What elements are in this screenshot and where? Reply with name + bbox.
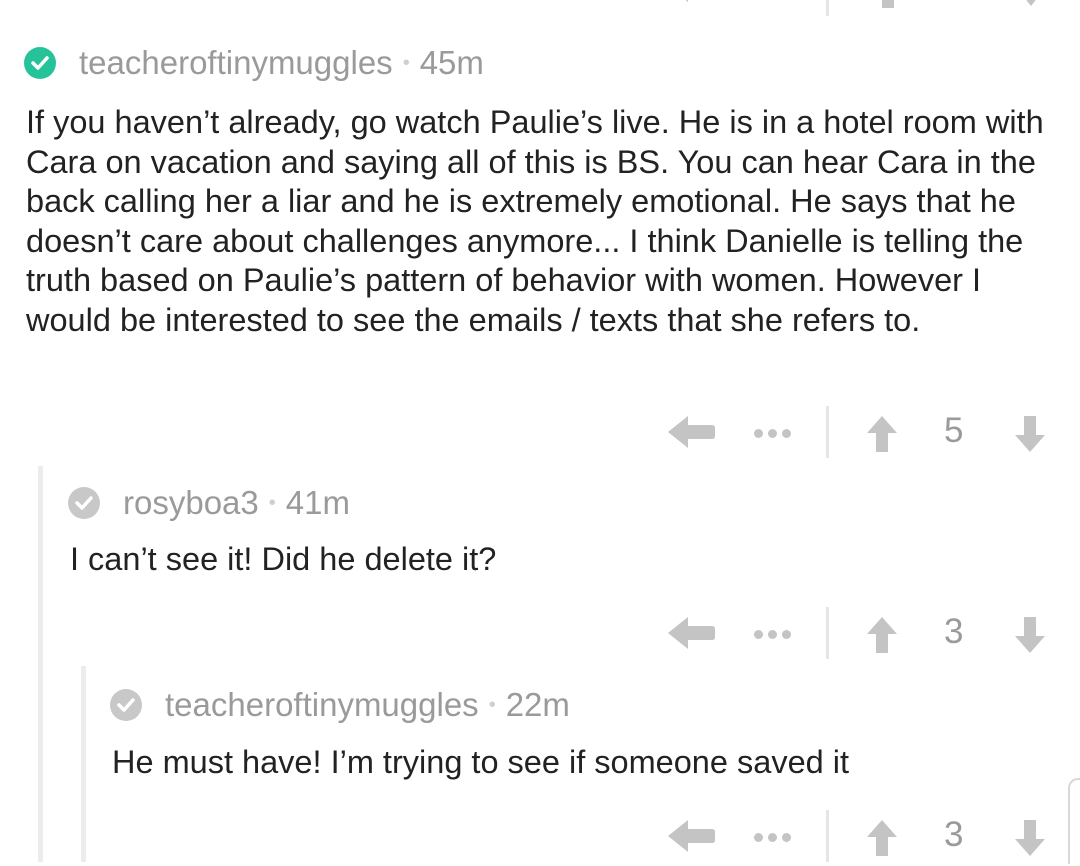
downvote-arrow-icon[interactable] xyxy=(1015,416,1045,452)
upvote-arrow-icon[interactable] xyxy=(867,416,897,452)
checkmark-icon xyxy=(31,56,49,70)
more-dots-icon[interactable] xyxy=(754,833,791,842)
vote-score: 5 xyxy=(944,411,964,450)
comment-timestamp: 41m xyxy=(285,484,350,521)
comment-username[interactable]: teacheroftinymuggles xyxy=(165,686,479,724)
comment-header: teacheroftinymuggles • 22m xyxy=(110,686,570,724)
action-divider xyxy=(826,607,829,659)
vote-score: 3 xyxy=(944,815,964,854)
comment-body: He must have! I’m trying to see if someo… xyxy=(112,744,849,780)
checkmark-icon xyxy=(117,698,135,712)
verified-badge xyxy=(24,47,56,79)
scrollbar[interactable] xyxy=(1068,778,1080,864)
upvote-arrow-icon[interactable] xyxy=(867,820,897,856)
upvote-arrow-icon[interactable] xyxy=(873,0,903,8)
meta-separator: • xyxy=(402,51,410,74)
comment-action-bar: 3 xyxy=(668,603,1058,663)
comment-timestamp: 45m xyxy=(419,44,484,81)
comment-header: rosyboa3 • 41m xyxy=(68,484,350,522)
comment-body: I can’t see it! Did he delete it? xyxy=(70,541,497,577)
checkmark-icon xyxy=(75,496,93,510)
comment-username[interactable]: rosyboa3 xyxy=(123,484,259,522)
downvote-arrow-icon[interactable] xyxy=(1015,617,1045,653)
vote-score: 3 xyxy=(944,612,964,651)
verified-badge xyxy=(68,487,100,519)
downvote-arrow-icon[interactable] xyxy=(1015,820,1045,856)
more-dots-icon[interactable] xyxy=(754,429,791,438)
meta-separator: • xyxy=(488,693,496,716)
action-bar-top xyxy=(668,0,1058,16)
action-divider xyxy=(826,0,829,16)
more-dots-icon[interactable] xyxy=(754,630,791,639)
upvote-arrow-icon[interactable] xyxy=(867,617,897,653)
thread-line xyxy=(38,466,43,862)
comment-header: teacheroftinymuggles • 45m xyxy=(24,44,484,82)
comment-timestamp: 22m xyxy=(505,686,570,723)
comment-username[interactable]: teacheroftinymuggles xyxy=(79,44,393,82)
comment-body: If you haven’t already, go watch Paulie’… xyxy=(26,104,1044,338)
verified-badge xyxy=(110,689,142,721)
reply-arrow-icon[interactable] xyxy=(668,416,716,448)
reply-arrow-icon[interactable] xyxy=(668,617,716,649)
comment-action-bar: 5 xyxy=(668,402,1058,462)
reply-arrow-icon[interactable] xyxy=(668,0,716,2)
downvote-arrow-icon[interactable] xyxy=(1016,0,1046,6)
action-divider xyxy=(826,406,829,458)
action-divider xyxy=(826,810,829,862)
meta-separator: • xyxy=(268,491,276,514)
comment-action-bar: 3 xyxy=(668,806,1058,866)
thread-line xyxy=(81,666,86,862)
reply-arrow-icon[interactable] xyxy=(668,820,716,852)
